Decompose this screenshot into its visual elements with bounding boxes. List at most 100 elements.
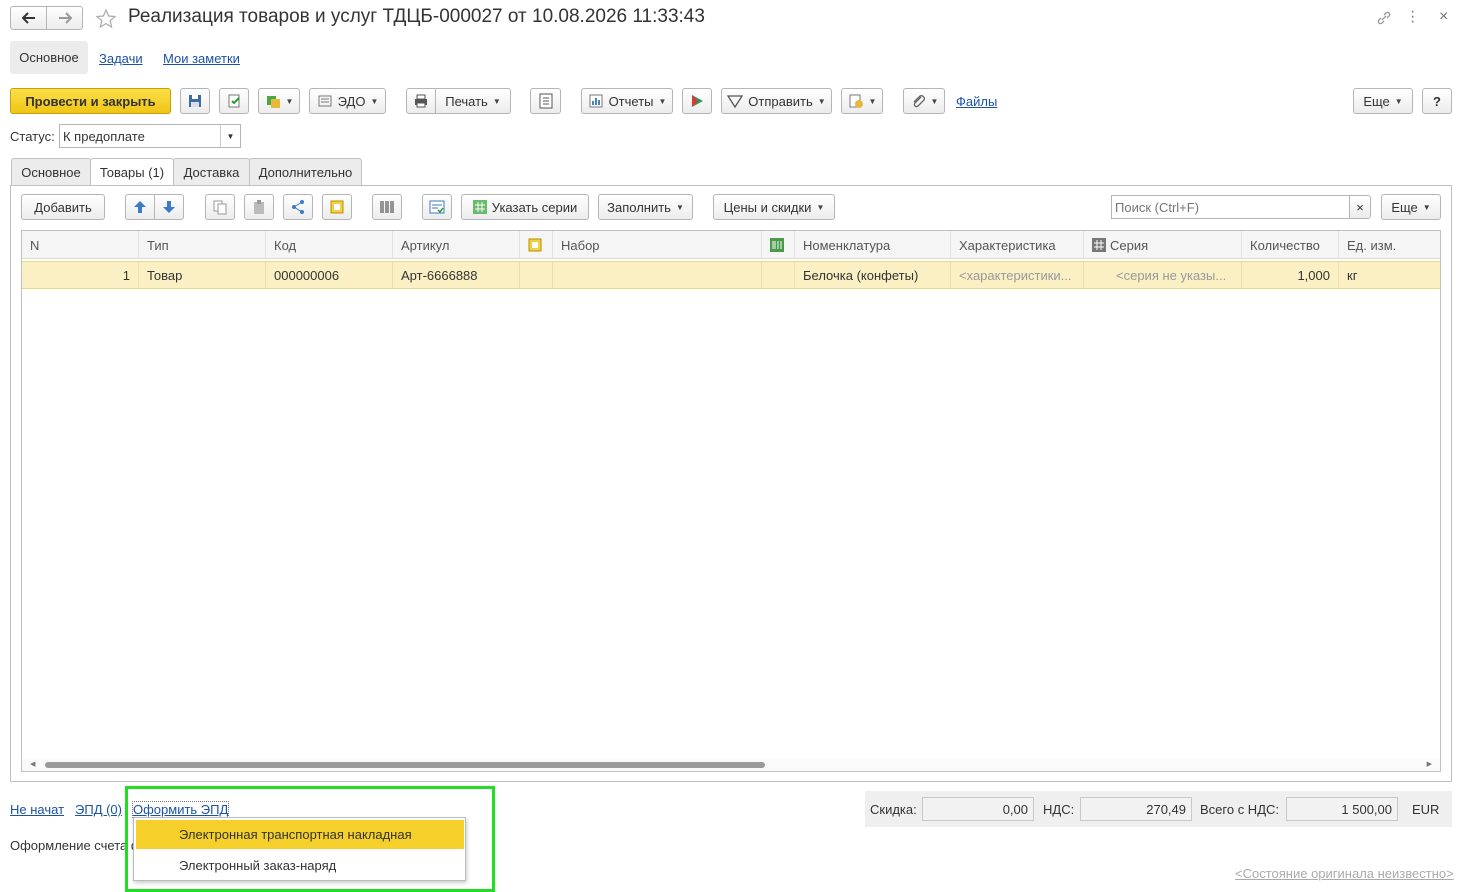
selection-button[interactable] (322, 194, 352, 220)
cell-article[interactable]: Арт-6666888 (393, 262, 520, 288)
post-button[interactable] (219, 88, 249, 114)
epd-link[interactable]: ЭПД (0) (75, 802, 122, 817)
col-type[interactable]: Тип (139, 231, 266, 259)
tab-additional[interactable]: Дополнительно (249, 158, 362, 185)
post-and-close-button[interactable]: Провести и закрыть (10, 88, 171, 114)
cell-code[interactable]: 000000006 (266, 262, 393, 288)
more-menu-icon[interactable]: · · · (1410, 4, 1418, 30)
series-hash-icon (472, 200, 487, 214)
print-icon-button[interactable] (406, 88, 436, 114)
series-icon (1092, 238, 1106, 252)
edo-send-button[interactable] (682, 88, 712, 114)
forward-button[interactable] (46, 6, 83, 30)
paste-button[interactable] (244, 194, 274, 220)
move-down-button[interactable] (154, 194, 184, 220)
barcode-button[interactable] (372, 194, 402, 220)
cell-type[interactable]: Товар (139, 262, 266, 288)
arrow-left-icon (21, 12, 35, 24)
vat-label: НДС: (1043, 802, 1075, 817)
back-button[interactable] (10, 6, 47, 30)
cell-series[interactable]: <серия не указы... (1084, 262, 1242, 288)
edo-icon (318, 95, 332, 107)
tab-delivery[interactable]: Доставка (173, 158, 250, 185)
cell-set[interactable] (553, 262, 762, 288)
nav-tab-notes[interactable]: Мои заметки (163, 51, 240, 66)
cell-marking[interactable] (762, 262, 795, 288)
search-clear-button[interactable]: × (1349, 195, 1371, 219)
window-title: Реализация товаров и услуг ТДЦБ-000027 о… (128, 6, 705, 27)
table-more-button[interactable]: Еще ▼ (1381, 194, 1441, 220)
scrollbar-thumb[interactable] (45, 762, 765, 768)
save-button[interactable] (180, 88, 210, 114)
attach-button[interactable]: ▼ (903, 88, 945, 114)
help-button[interactable]: ? (1422, 88, 1452, 114)
tab-main[interactable]: Основное (11, 158, 91, 185)
marking-icon (770, 238, 784, 252)
clear-icon: × (1356, 199, 1364, 215)
cell-characteristic[interactable]: <характеристики... (951, 262, 1084, 288)
split-button[interactable] (283, 194, 313, 220)
original-state-link[interactable]: <Состояние оригинала неизвестно> (1235, 866, 1454, 881)
create-based-on-button[interactable]: ▼ (258, 88, 300, 114)
col-series[interactable]: Серия (1084, 231, 1242, 259)
vat-field: 270,49 (1080, 797, 1192, 821)
col-set[interactable]: Набор (553, 231, 762, 259)
files-link[interactable]: Файлы (956, 94, 997, 109)
goods-table (21, 230, 1441, 772)
checklist-icon (429, 200, 445, 214)
highlight-frame (125, 786, 495, 892)
col-set-icon[interactable] (520, 231, 553, 259)
move-up-button[interactable] (125, 194, 155, 220)
status-select[interactable]: К предоплате ▼ (59, 124, 241, 148)
send-button[interactable]: Отправить ▼ (721, 88, 832, 114)
cell-quantity[interactable]: 1,000 (1242, 262, 1339, 288)
link-icon[interactable] (1376, 10, 1392, 26)
col-nomenclature[interactable]: Номенклатура (795, 231, 951, 259)
col-marking-icon[interactable] (762, 231, 795, 259)
nav-tab-main[interactable]: Основное (10, 41, 88, 74)
col-n[interactable]: N (22, 231, 139, 259)
col-code[interactable]: Код (266, 231, 393, 259)
edo-button[interactable]: ЭДО ▼ (309, 88, 386, 114)
more-button[interactable]: Еще ▼ (1353, 88, 1413, 114)
journal-button[interactable] (530, 88, 561, 114)
scroll-left-icon[interactable]: ◀ (30, 760, 35, 768)
discount-field: 0,00 (922, 797, 1034, 821)
reports-icon (589, 94, 603, 108)
tasks-button[interactable]: ▼ (841, 88, 883, 114)
col-series-label: Серия (1110, 237, 1149, 253)
fill-button[interactable]: Заполнить ▼ (598, 194, 693, 220)
nav-tab-tasks[interactable]: Задачи (99, 51, 143, 66)
prices-discounts-button[interactable]: Цены и скидки ▼ (713, 194, 835, 220)
edo-label: ЭДО (337, 93, 366, 109)
status-value: К предоплате (63, 128, 145, 144)
check-list-button[interactable] (422, 194, 452, 220)
favorite-star-icon[interactable] (95, 8, 117, 30)
discount-value: 0,00 (1002, 801, 1028, 817)
cell-set-icon[interactable] (520, 262, 553, 288)
copy-row-button[interactable] (205, 194, 235, 220)
save-icon (189, 95, 201, 107)
col-article[interactable]: Артикул (393, 231, 520, 259)
col-quantity[interactable]: Количество (1242, 231, 1339, 259)
search-input[interactable] (1111, 195, 1350, 219)
cell-nomenclature[interactable]: Белочка (конфеты) (795, 262, 951, 288)
print-button[interactable]: Печать ▼ (435, 88, 511, 114)
copy-icon (213, 200, 227, 215)
specify-series-button[interactable]: Указать серии (461, 194, 589, 220)
add-button[interactable]: Добавить (21, 194, 105, 220)
selection-icon (330, 200, 344, 214)
cell-n[interactable]: 1 (22, 262, 139, 288)
col-unit[interactable]: Ед. изм. (1339, 231, 1440, 259)
tab-goods[interactable]: Товары (1) (90, 158, 174, 186)
barcode-icon (380, 201, 394, 213)
set-icon (528, 238, 542, 252)
close-icon[interactable]: × (1439, 8, 1448, 26)
status-not-started-link[interactable]: Не начат (10, 802, 64, 817)
reports-button[interactable]: Отчеты ▼ (581, 88, 673, 114)
status-dropdown-icon[interactable]: ▼ (220, 125, 240, 147)
horizontal-scrollbar[interactable]: ◀ ▶ (22, 759, 1440, 771)
cell-unit[interactable]: кг (1339, 262, 1440, 288)
scroll-right-icon[interactable]: ▶ (1427, 760, 1432, 768)
col-characteristic[interactable]: Характеристика (951, 231, 1084, 259)
